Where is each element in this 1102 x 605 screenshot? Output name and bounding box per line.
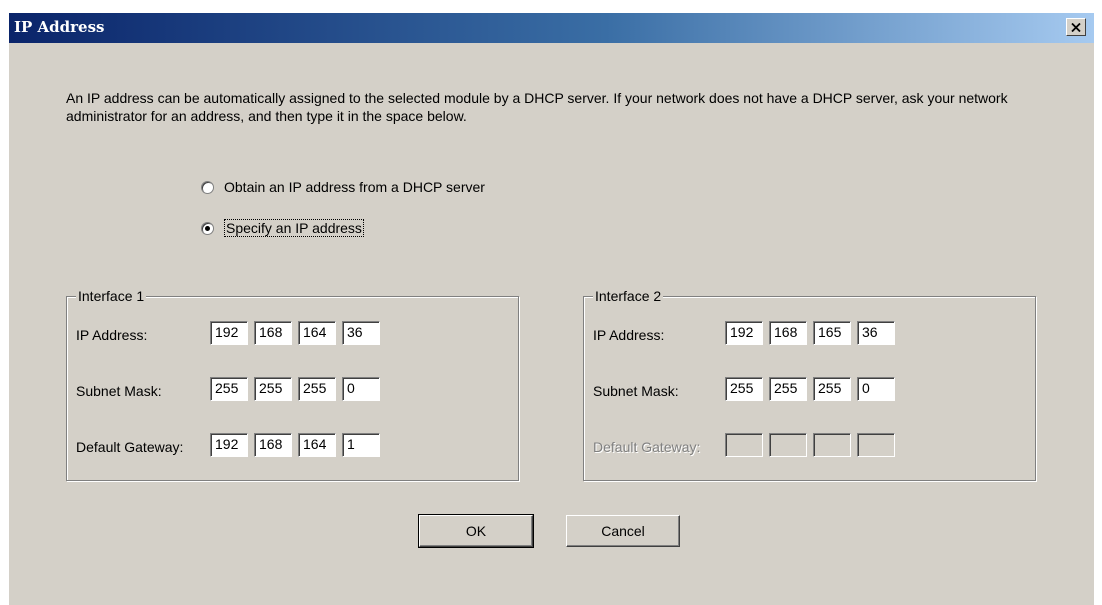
ip-octet-2[interactable]: 168 — [769, 321, 807, 345]
ip-octet-3[interactable]: 165 — [813, 321, 851, 345]
ip-octet-2[interactable]: 168 — [254, 321, 292, 345]
gateway-octet-2[interactable]: 168 — [254, 433, 292, 457]
subnet-octet-2[interactable]: 255 — [769, 377, 807, 401]
close-button[interactable] — [1066, 18, 1086, 36]
subnet-octet-3[interactable]: 255 — [813, 377, 851, 401]
subnet-octet-4[interactable]: 0 — [342, 377, 380, 401]
radio-obtain-dhcp[interactable]: Obtain an IP address from a DHCP server — [201, 179, 485, 195]
subnet-octet-4[interactable]: 0 — [857, 377, 895, 401]
cancel-button[interactable]: Cancel — [566, 515, 680, 547]
group-title: Interface 1 — [76, 288, 147, 304]
gateway-octet-2 — [769, 433, 807, 457]
gateway-octet-3 — [813, 433, 851, 457]
window-title: IP Address — [14, 18, 105, 36]
ip-address-label: IP Address: — [76, 327, 148, 343]
ip-address-label: IP Address: — [593, 327, 665, 343]
intro-text: An IP address can be automatically assig… — [66, 90, 1008, 124]
close-icon — [1071, 22, 1081, 32]
ip-octet-3[interactable]: 164 — [298, 321, 336, 345]
interface-2-group: Interface 2 IP Address: 192 168 165 36 S… — [583, 288, 1036, 481]
subnet-octet-1[interactable]: 255 — [210, 377, 248, 401]
default-gateway-label: Default Gateway: — [593, 439, 701, 455]
interface-1-group: Interface 1 IP Address: 192 168 164 36 S… — [66, 288, 519, 481]
gateway-octet-4 — [857, 433, 895, 457]
radio-selected-dot — [205, 225, 210, 231]
gateway-octet-1 — [725, 433, 763, 457]
radio-button[interactable] — [201, 180, 214, 194]
gateway-octet-4[interactable]: 1 — [342, 433, 380, 457]
radio-specify-ip[interactable]: Specify an IP address — [201, 219, 364, 237]
subnet-octet-1[interactable]: 255 — [725, 377, 763, 401]
ip-octet-4[interactable]: 36 — [857, 321, 895, 345]
default-gateway-label: Default Gateway: — [76, 439, 184, 455]
ok-button[interactable]: OK — [418, 514, 534, 548]
group-title: Interface 2 — [593, 288, 664, 304]
ip-octet-1[interactable]: 192 — [725, 321, 763, 345]
gateway-octet-3[interactable]: 164 — [298, 433, 336, 457]
ip-octet-4[interactable]: 36 — [342, 321, 380, 345]
subnet-mask-label: Subnet Mask: — [76, 383, 162, 399]
ip-address-dialog: IP Address An IP address can be automati… — [8, 12, 1094, 605]
ip-octet-1[interactable]: 192 — [210, 321, 248, 345]
gateway-octet-1[interactable]: 192 — [210, 433, 248, 457]
radio-button[interactable] — [201, 221, 214, 235]
radio-label-obtain-dhcp: Obtain an IP address from a DHCP server — [224, 179, 485, 195]
title-bar[interactable]: IP Address — [9, 13, 1094, 43]
radio-label-specify-ip: Specify an IP address — [224, 219, 364, 237]
subnet-octet-2[interactable]: 255 — [254, 377, 292, 401]
subnet-octet-3[interactable]: 255 — [298, 377, 336, 401]
subnet-mask-label: Subnet Mask: — [593, 383, 679, 399]
